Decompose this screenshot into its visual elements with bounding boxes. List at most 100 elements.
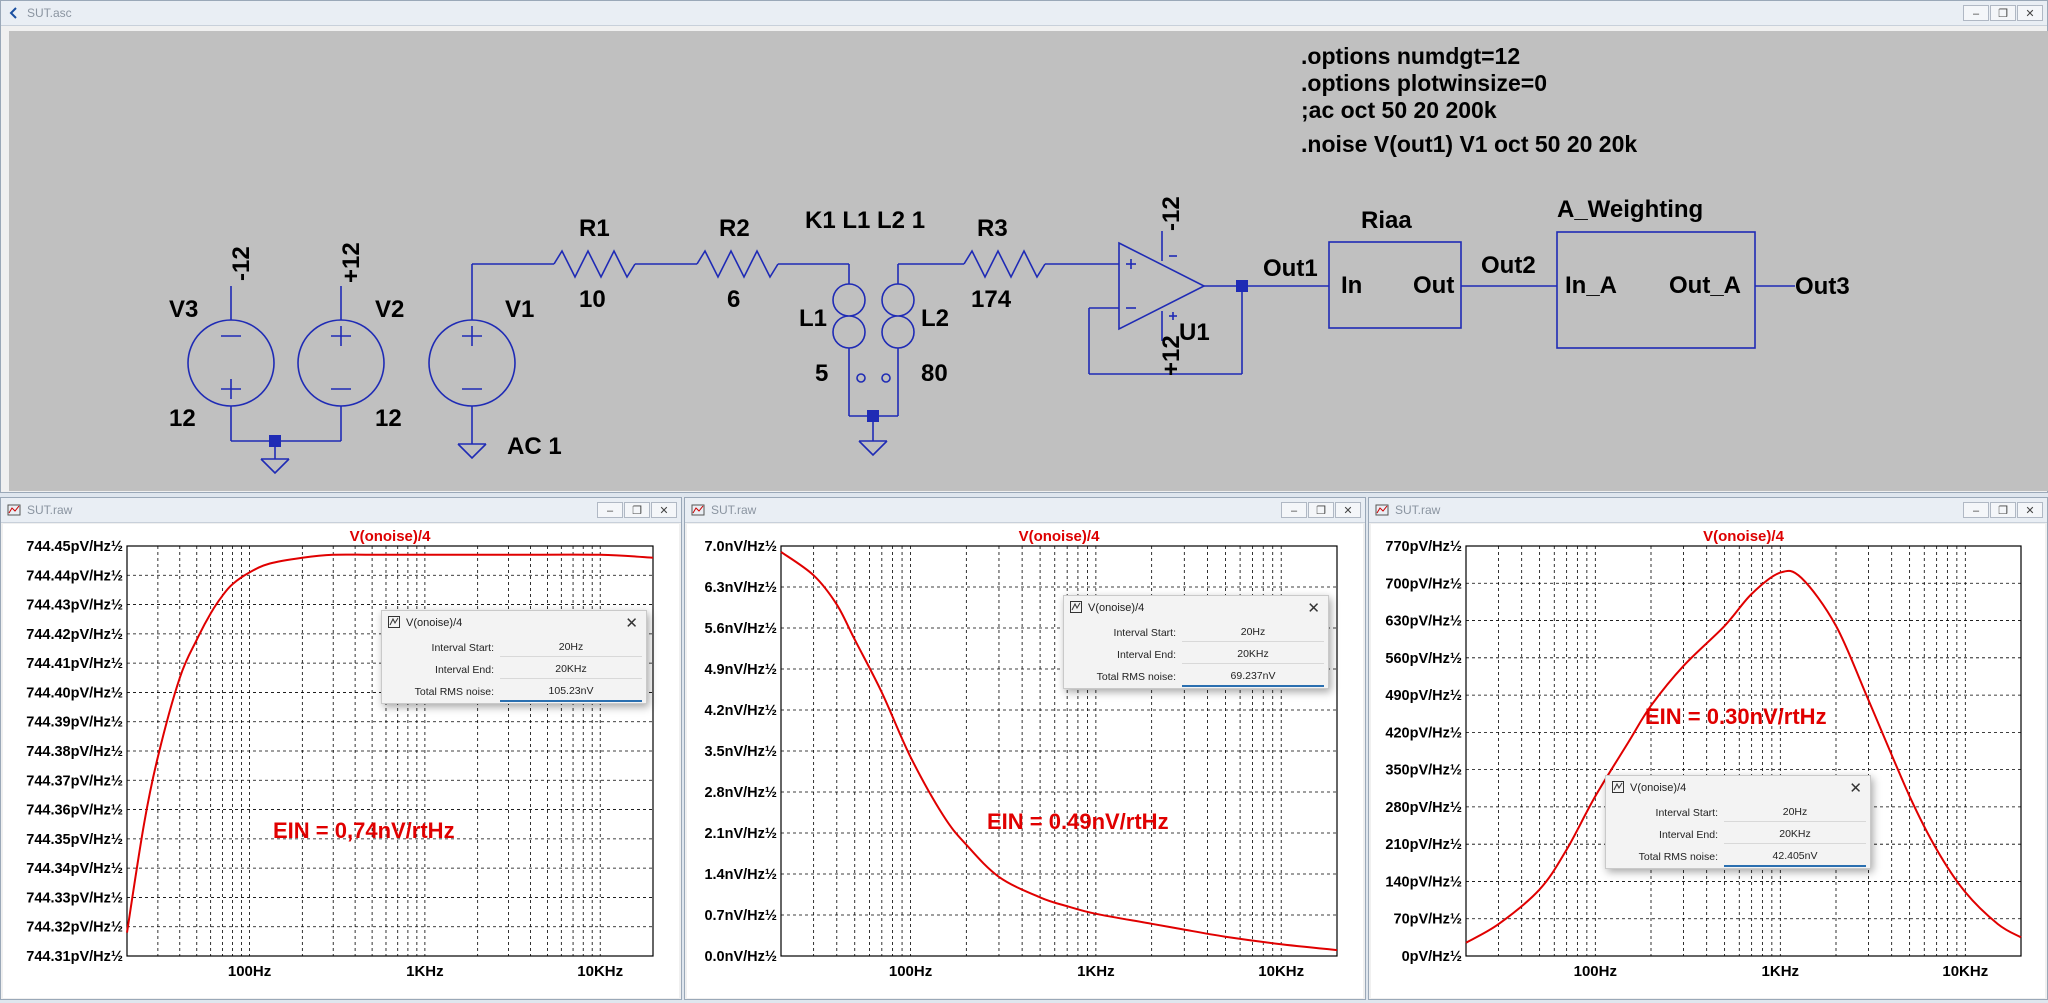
y-tick-label: 2.8nV/Hz½ (704, 785, 777, 801)
coupling-label: K1 L1 L2 1 (805, 207, 925, 234)
out2-label: Out2 (1481, 252, 1536, 279)
x-tick-label: 10KHz (577, 963, 623, 980)
noise-chart-1[interactable]: 744.45pV/Hz½ 744.44pV/Hz½ 744.43pV/Hz½ 744.… (3, 524, 679, 998)
y-tick-label: 744.37pV/Hz½ (26, 773, 123, 789)
close-button[interactable]: ✕ (2017, 5, 2043, 21)
y-tick-label: 744.31pV/Hz½ (26, 949, 123, 965)
close-button[interactable]: ✕ (2017, 502, 2043, 518)
y-tick-label: 490pV/Hz½ (1385, 688, 1462, 704)
r1-value: 10 (579, 286, 606, 313)
schematic-title: SUT.asc (27, 6, 72, 20)
restore-button[interactable]: ❐ (624, 502, 650, 518)
r1-resistor[interactable] (553, 249, 636, 279)
dialog-title: V(onoise)/4 (1630, 782, 1687, 794)
y-tick-label: 350pV/Hz½ (1385, 763, 1462, 779)
dialog-close-icon[interactable]: ✕ (1849, 779, 1862, 797)
v3-source[interactable] (187, 286, 275, 441)
y-tick-label: 0.0nV/Hz½ (704, 949, 777, 965)
waveform-icon (7, 504, 21, 516)
y-tick-label: 744.44pV/Hz½ (26, 568, 123, 584)
plot-title-1: SUT.raw (27, 503, 73, 517)
close-button[interactable]: ✕ (1335, 502, 1361, 518)
restore-button[interactable]: ❐ (1308, 502, 1334, 518)
noise-dialog-3[interactable]: V(onoise)/4 ✕ Interval Start: 20Hz Interv… (1605, 775, 1871, 869)
dialog-title: V(onoise)/4 (1088, 602, 1145, 614)
noise-dialog-1[interactable]: V(onoise)/4 ✕ Interval Start: 20Hz Interv… (381, 610, 647, 704)
plot-titlebar[interactable]: SUT.raw – ❐ ✕ (685, 498, 1365, 523)
interval-start-field[interactable]: 20Hz (1182, 624, 1324, 642)
y-tick-label: 3.5nV/Hz½ (704, 744, 777, 760)
minimize-button[interactable]: – (1281, 502, 1307, 518)
y-tick-label: 744.36pV/Hz½ (26, 803, 123, 819)
schematic-titlebar[interactable]: SUT.asc – ❐ ✕ (1, 1, 2047, 26)
noise-curve (1465, 569, 2022, 944)
transformer[interactable] (832, 264, 915, 417)
v1-source[interactable] (428, 264, 516, 444)
l2-label: L2 (921, 305, 949, 332)
plot-area-1[interactable]: 744.45pV/Hz½ 744.44pV/Hz½ 744.43pV/Hz½ 744.… (3, 524, 679, 998)
v1-label: V1 (505, 296, 534, 323)
r3-label: R3 (977, 215, 1008, 242)
plot-trace-title: V(onoise)/4 (350, 528, 432, 545)
minimize-button[interactable]: – (1963, 502, 1989, 518)
dialog-close-icon[interactable]: ✕ (1307, 599, 1320, 617)
x-tick-label: 1KHz (406, 963, 444, 980)
r1-label: R1 (579, 215, 610, 242)
dialog-close-icon[interactable]: ✕ (625, 614, 638, 632)
y-tick-label: 7.0nV/Hz½ (704, 539, 777, 555)
plot-titlebar[interactable]: SUT.raw – ❐ ✕ (1, 498, 681, 523)
y-tick-label: 4.2nV/Hz½ (704, 703, 777, 719)
plot-area-3[interactable]: 770pV/Hz½ 700pV/Hz½ 630pV/Hz½ 560pV/Hz½ 490p… (1371, 524, 2045, 998)
restore-button[interactable]: ❐ (1990, 502, 2016, 518)
riaa-in-pin: In (1341, 272, 1362, 299)
l1-label: L1 (799, 305, 827, 332)
y-tick-label: 700pV/Hz½ (1385, 576, 1462, 592)
y-tick-label: 280pV/Hz½ (1385, 800, 1462, 816)
y-tick-label: 70pV/Hz½ (1394, 912, 1463, 928)
schematic-canvas[interactable]: .options numdgt=12 .options plotwinsize=… (9, 31, 2048, 491)
total-rms-field[interactable]: 42.405nV (1724, 848, 1866, 867)
total-rms-field[interactable]: 105.23nV (500, 683, 642, 702)
interval-end-field[interactable]: 20KHz (500, 661, 642, 679)
y-tick-label: 744.45pV/Hz½ (26, 539, 123, 555)
u1-label: U1 (1179, 319, 1210, 346)
interval-start-field[interactable]: 20Hz (1724, 804, 1866, 822)
directive-2: .options plotwinsize=0 (1301, 70, 1547, 96)
plot-title-3: SUT.raw (1395, 503, 1441, 517)
plot-titlebar[interactable]: SUT.raw – ❐ ✕ (1369, 498, 2047, 523)
close-button[interactable]: ✕ (651, 502, 677, 518)
r2-resistor[interactable] (696, 249, 779, 279)
interval-end-field[interactable]: 20KHz (1182, 646, 1324, 664)
interval-end-field[interactable]: 20KHz (1724, 826, 1866, 844)
minimize-button[interactable]: – (597, 502, 623, 518)
y-tick-label: 744.38pV/Hz½ (26, 744, 123, 760)
y-tick-label: 560pV/Hz½ (1385, 651, 1462, 667)
x-tick-label: 10KHz (1942, 963, 1988, 980)
x-tick-label: 100Hz (889, 963, 932, 980)
y-tick-label: 744.33pV/Hz½ (26, 890, 123, 906)
total-rms-label: Total RMS noise: (1096, 671, 1176, 683)
ein-annotation-2: EIN = 0.49nV/rtHz (987, 809, 1169, 834)
ground-symbol (457, 443, 487, 460)
minimize-button[interactable]: – (1963, 5, 1989, 21)
y-tick-label: 5.6nV/Hz½ (704, 621, 777, 637)
u1-supply-neg: -12 (1158, 196, 1185, 231)
r3-resistor[interactable] (963, 249, 1046, 279)
y-tick-label: 0pV/Hz½ (1402, 949, 1462, 965)
noise-dialog-2[interactable]: V(onoise)/4 ✕ Interval Start: 20Hz Interv… (1063, 595, 1329, 689)
y-tick-label: 744.35pV/Hz½ (26, 832, 123, 848)
noise-chart-3[interactable]: 770pV/Hz½ 700pV/Hz½ 630pV/Hz½ 560pV/Hz½ 490p… (1371, 524, 2045, 998)
interval-start-field[interactable]: 20Hz (500, 639, 642, 657)
y-tick-label: 744.41pV/Hz½ (26, 656, 123, 672)
y-tick-label: 770pV/Hz½ (1385, 539, 1462, 555)
directive-4: .noise V(out1) V1 oct 50 20 20k (1301, 131, 1637, 157)
total-rms-field[interactable]: 69.237nV (1182, 668, 1324, 687)
y-tick-label: 744.40pV/Hz½ (26, 685, 123, 701)
plot-frame (1465, 545, 2022, 957)
y-tick-label: 140pV/Hz½ (1385, 874, 1462, 890)
x-tick-label: 1KHz (1762, 963, 1800, 980)
restore-button[interactable]: ❐ (1990, 5, 2016, 21)
x-tick-label: 100Hz (1574, 963, 1617, 980)
y-tick-label: 630pV/Hz½ (1385, 614, 1462, 630)
v2-source[interactable] (297, 286, 385, 441)
